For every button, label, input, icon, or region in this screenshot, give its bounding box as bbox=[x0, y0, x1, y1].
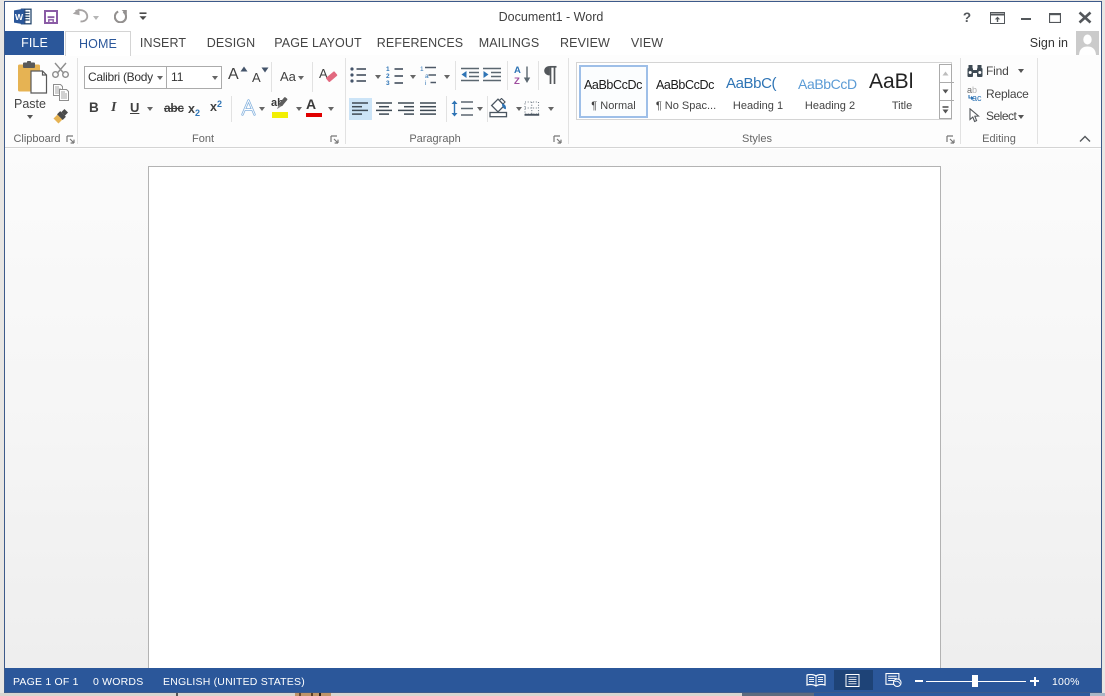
svg-text:1: 1 bbox=[386, 66, 390, 73]
svg-text:2: 2 bbox=[386, 73, 390, 80]
svg-text:3: 3 bbox=[386, 80, 390, 85]
svg-text:i: i bbox=[425, 80, 426, 85]
svg-text:ac: ac bbox=[972, 93, 982, 102]
svg-text:W: W bbox=[15, 12, 24, 22]
svg-text:A: A bbox=[514, 65, 521, 76]
svg-text:1: 1 bbox=[420, 66, 424, 73]
svg-text:a: a bbox=[425, 73, 429, 80]
svg-text:Z: Z bbox=[514, 76, 520, 85]
